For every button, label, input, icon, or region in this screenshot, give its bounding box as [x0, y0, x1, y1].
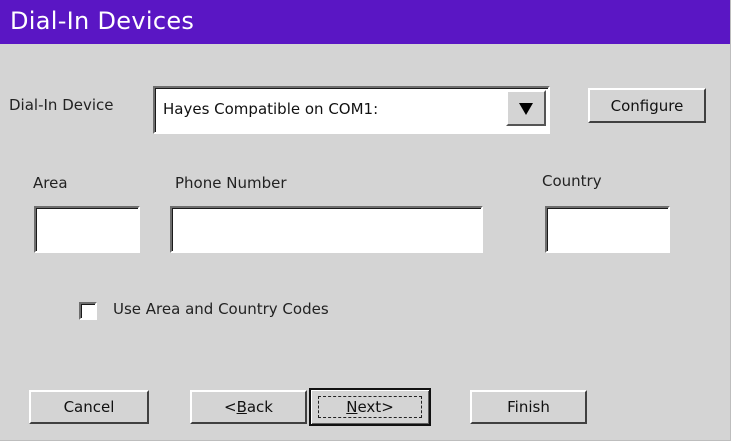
finish-button-label: Finish: [507, 398, 550, 416]
dial-in-device-label: Dial-In Device: [9, 96, 114, 114]
phone-number-input[interactable]: [170, 206, 483, 253]
triangle-down-icon: [519, 103, 533, 115]
window-title: Dial-In Devices: [10, 7, 195, 35]
dial-in-devices-window: Dial-In Devices Dial-In Device Hayes Com…: [0, 0, 731, 441]
configure-button-label: Configure: [610, 96, 684, 115]
dial-in-device-selected: Hayes Compatible on COM1:: [163, 100, 379, 118]
area-code-input[interactable]: [34, 206, 140, 253]
back-button[interactable]: <Back: [190, 390, 307, 424]
area-label: Area: [33, 174, 68, 192]
back-button-label: <Back: [224, 398, 273, 416]
title-bar: Dial-In Devices: [0, 0, 730, 44]
focus-ring: [318, 396, 422, 418]
back-rest: ack: [246, 398, 273, 416]
use-codes-checkbox[interactable]: [79, 302, 97, 320]
back-mnemonic: B: [236, 398, 247, 416]
dropdown-button[interactable]: [506, 90, 546, 126]
cancel-button[interactable]: Cancel: [29, 390, 149, 424]
country-label: Country: [542, 172, 602, 190]
dial-in-device-dropdown[interactable]: Hayes Compatible on COM1:: [153, 86, 550, 134]
phone-number-label: Phone Number: [175, 174, 287, 192]
next-button[interactable]: Next>: [309, 388, 431, 426]
country-code-input[interactable]: [545, 206, 670, 253]
back-prefix: <: [223, 398, 237, 416]
finish-button[interactable]: Finish: [470, 390, 587, 424]
configure-button[interactable]: Configure: [588, 88, 706, 123]
use-codes-label[interactable]: Use Area and Country Codes: [113, 300, 329, 318]
cancel-button-label: Cancel: [63, 398, 115, 416]
